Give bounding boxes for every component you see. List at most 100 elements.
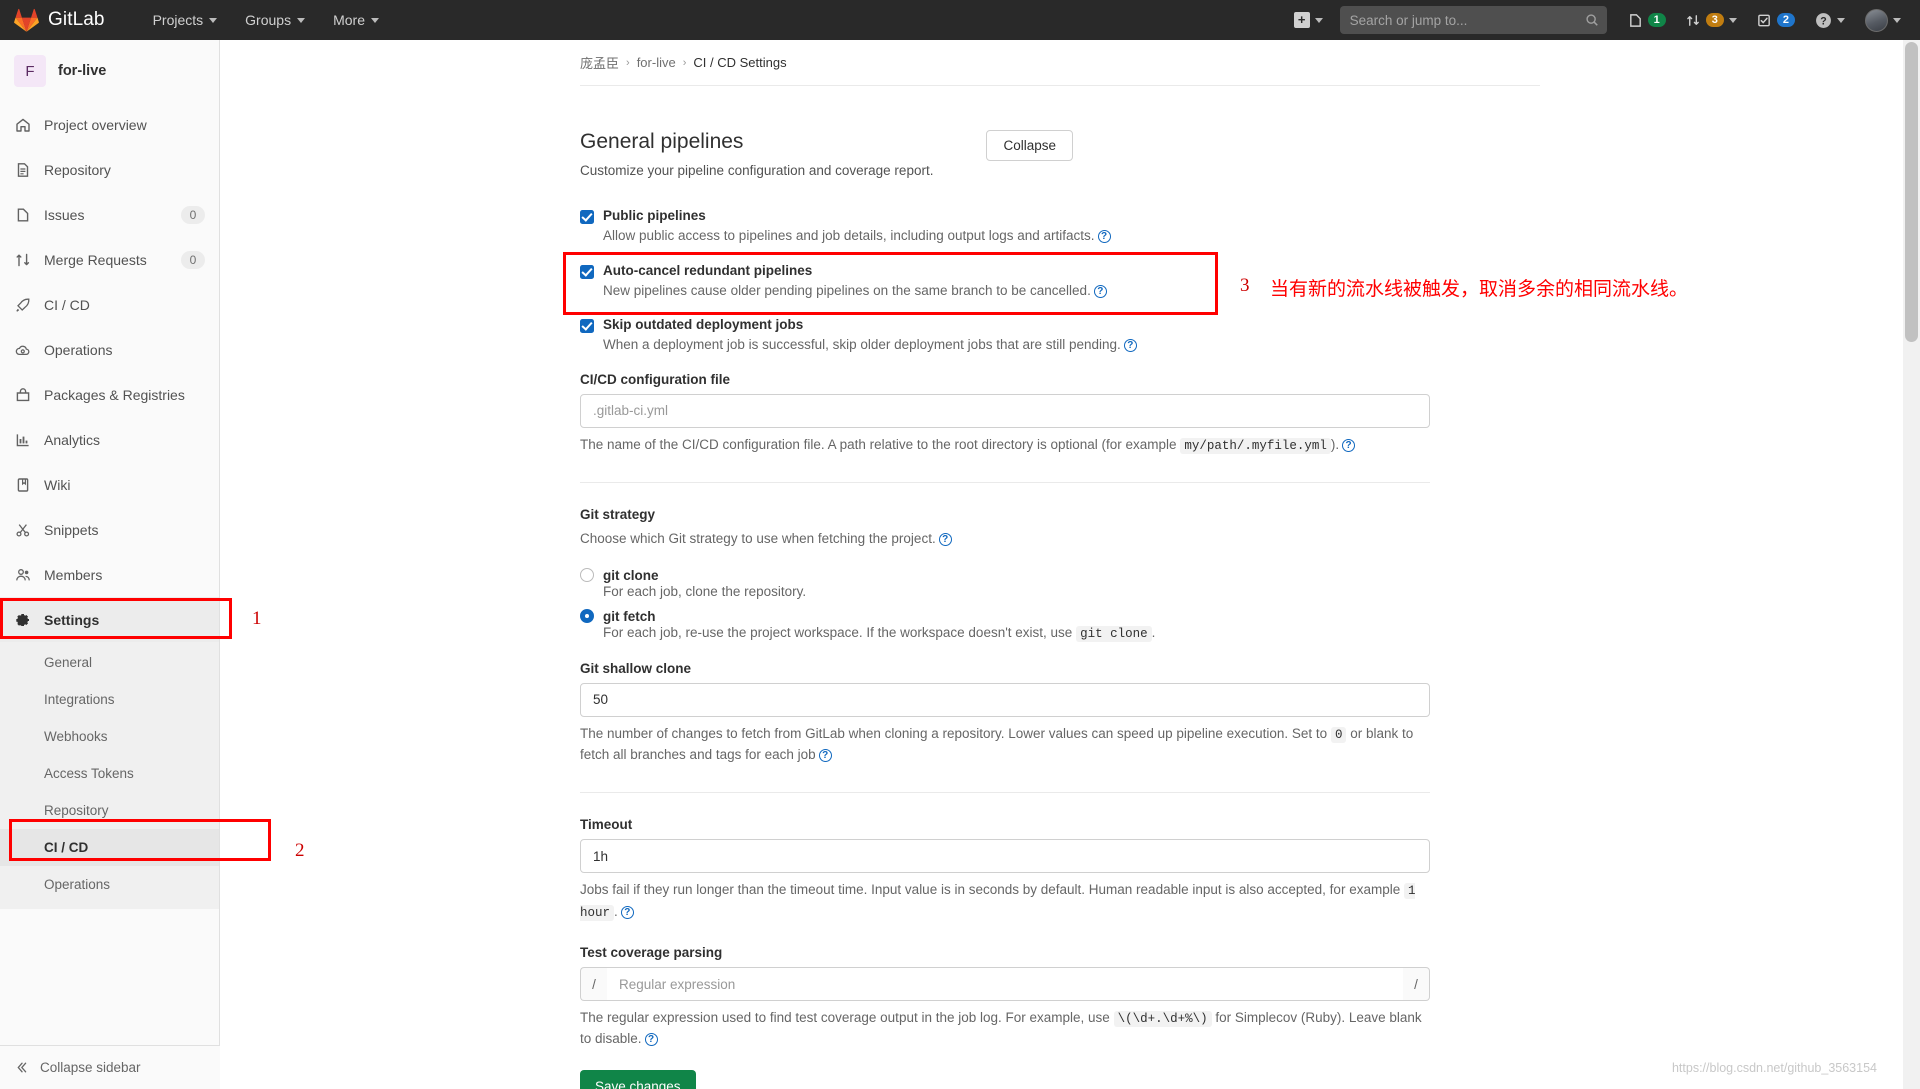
skip-outdated-checkbox-row[interactable]: Skip outdated deployment jobs bbox=[580, 317, 1430, 334]
scissors-icon bbox=[14, 522, 32, 538]
shallow-clone-help: The number of changes to fetch from GitL… bbox=[580, 724, 1430, 766]
breadcrumb-separator: › bbox=[626, 56, 630, 69]
help-text-post: . bbox=[1151, 624, 1156, 640]
sidebar-subitem-ci-cd[interactable]: CI / CD bbox=[0, 829, 219, 866]
scrollbar-thumb[interactable] bbox=[1905, 42, 1918, 342]
git-clone-radio-row[interactable]: git clone bbox=[580, 568, 1430, 583]
nav-issues-button[interactable]: 1 bbox=[1619, 0, 1675, 40]
collapse-sidebar-button[interactable]: Collapse sidebar bbox=[0, 1045, 220, 1089]
chart-bar-icon bbox=[14, 432, 32, 448]
help-text-post: . bbox=[614, 903, 618, 919]
help-question-icon[interactable]: ? bbox=[938, 533, 952, 547]
vertical-scrollbar[interactable] bbox=[1903, 40, 1920, 1089]
sidebar-subitem-general[interactable]: General bbox=[0, 644, 219, 681]
regex-suffix-slash: / bbox=[1403, 967, 1430, 1002]
section-divider bbox=[580, 792, 1430, 794]
sidebar-item-repository[interactable]: Repository bbox=[0, 147, 219, 192]
help-question-icon[interactable]: ? bbox=[1097, 230, 1111, 243]
radio-unselected-icon[interactable] bbox=[580, 568, 594, 583]
help-text-post: ). bbox=[1330, 436, 1340, 452]
checkbox-checked-icon[interactable] bbox=[580, 319, 594, 334]
sidebar-label: Packages & Registries bbox=[44, 386, 185, 403]
sidebar-subitem-webhooks[interactable]: Webhooks bbox=[0, 718, 219, 755]
git-strategy-help: Choose which Git strategy to use when fe… bbox=[580, 529, 1430, 550]
public-pipelines-checkbox-row[interactable]: Public pipelines bbox=[580, 208, 1430, 224]
watermark-text: https://blog.csdn.net/github_3563154 bbox=[1671, 1061, 1877, 1075]
coverage-label: Test coverage parsing bbox=[580, 945, 723, 961]
git-fetch-radio-row[interactable]: git fetch bbox=[580, 609, 1430, 624]
help-question-icon[interactable]: ? bbox=[1093, 284, 1107, 298]
breadcrumb-user[interactable]: 庞孟臣 bbox=[580, 53, 619, 72]
checkbox-checked-icon[interactable] bbox=[580, 264, 594, 279]
sidebar-item-ci-cd[interactable]: CI / CD bbox=[0, 282, 219, 327]
checkbox-checked-icon[interactable] bbox=[580, 210, 594, 224]
config-file-input[interactable] bbox=[580, 393, 1430, 428]
git-clone-code: git clone bbox=[1076, 625, 1152, 642]
help-question-icon[interactable]: ? bbox=[818, 749, 832, 763]
config-file-help: The name of the CI/CD configuration file… bbox=[580, 435, 1430, 456]
nav-link-more[interactable]: More bbox=[319, 0, 393, 40]
git-strategy-label: Git strategy bbox=[580, 507, 656, 523]
issues-count-badge: 1 bbox=[1647, 13, 1666, 27]
help-text: New pipelines cause older pending pipeli… bbox=[603, 282, 1091, 298]
nav-merge-requests-button[interactable]: 3 bbox=[1677, 0, 1746, 40]
users-icon bbox=[14, 567, 32, 583]
cloud-gear-icon bbox=[14, 342, 32, 358]
chevron-down-icon bbox=[371, 17, 379, 23]
help-question-icon[interactable]: ? bbox=[1342, 438, 1356, 452]
help-text-pre: For each job, re-use the project workspa… bbox=[603, 624, 1077, 640]
timeout-input[interactable] bbox=[580, 839, 1430, 874]
global-search[interactable] bbox=[1339, 6, 1607, 34]
sidebar-subitem-repository[interactable]: Repository bbox=[0, 792, 219, 829]
help-question-icon[interactable]: ? bbox=[644, 1033, 658, 1047]
gitlab-brand[interactable]: GitLab bbox=[0, 8, 105, 32]
sidebar-item-merge-requests[interactable]: Merge Requests 0 bbox=[0, 237, 219, 282]
timeout-label: Timeout bbox=[580, 817, 633, 833]
nav-link-groups[interactable]: Groups bbox=[231, 0, 319, 40]
sidebar-item-packages-registries[interactable]: Packages & Registries bbox=[0, 372, 219, 417]
coverage-regex-group: / / bbox=[580, 967, 1430, 1002]
create-new-button[interactable]: + bbox=[1285, 0, 1332, 40]
sidebar-item-settings[interactable]: Settings bbox=[0, 597, 219, 642]
sidebar-label: Snippets bbox=[44, 521, 99, 538]
save-changes-button[interactable]: Save changes bbox=[580, 1070, 696, 1089]
help-question-icon[interactable]: ? bbox=[620, 905, 634, 919]
coverage-example-code: \(\d+.\d+%\) bbox=[1113, 1011, 1212, 1028]
sidebar-project-header[interactable]: F for-live bbox=[0, 40, 219, 102]
skip-outdated-label: Skip outdated deployment jobs bbox=[603, 317, 804, 333]
sidebar-item-project-overview[interactable]: Project overview bbox=[0, 102, 219, 147]
plus-square-icon: + bbox=[1293, 12, 1310, 28]
collapse-sidebar-label: Collapse sidebar bbox=[40, 1060, 141, 1075]
collapse-section-button[interactable]: Collapse bbox=[986, 130, 1073, 161]
sidebar-item-analytics[interactable]: Analytics bbox=[0, 417, 219, 462]
user-menu-button[interactable] bbox=[1856, 0, 1910, 40]
sidebar-item-snippets[interactable]: Snippets bbox=[0, 507, 219, 552]
merge-requests-count: 0 bbox=[181, 250, 205, 269]
merge-request-icon bbox=[14, 252, 32, 268]
nav-link-projects[interactable]: Projects bbox=[139, 0, 232, 40]
sidebar-item-issues[interactable]: Issues 0 bbox=[0, 192, 219, 237]
help-menu-button[interactable]: ? bbox=[1806, 0, 1854, 40]
search-input[interactable] bbox=[1347, 11, 1599, 29]
help-text-pre: The regular expression used to find test… bbox=[580, 1010, 1114, 1026]
general-pipelines-form: Public pipelines Allow public access to … bbox=[580, 178, 1430, 1089]
page-subtitle: Customize your pipeline configuration an… bbox=[580, 163, 934, 178]
sidebar-item-operations[interactable]: Operations bbox=[0, 327, 219, 372]
shallow-clone-input[interactable] bbox=[580, 682, 1430, 717]
breadcrumb-project[interactable]: for-live bbox=[637, 55, 676, 70]
nav-more-label: More bbox=[333, 12, 365, 28]
issues-count: 0 bbox=[181, 205, 205, 224]
sub-label: CI / CD bbox=[44, 840, 89, 855]
help-question-icon[interactable]: ? bbox=[1123, 339, 1137, 353]
coverage-regex-input[interactable] bbox=[607, 967, 1403, 1002]
nav-todos-button[interactable]: 2 bbox=[1748, 0, 1804, 40]
chevron-down-icon bbox=[209, 17, 218, 23]
radio-selected-icon[interactable] bbox=[580, 609, 594, 624]
sidebar-subitem-access-tokens[interactable]: Access Tokens bbox=[0, 755, 219, 792]
sub-label: Integrations bbox=[44, 692, 115, 707]
sidebar-item-wiki[interactable]: Wiki bbox=[0, 462, 219, 507]
sidebar-item-members[interactable]: Members bbox=[0, 552, 219, 597]
sidebar-subitem-operations[interactable]: Operations bbox=[0, 866, 219, 903]
svg-text:?: ? bbox=[1820, 15, 1826, 27]
sidebar-subitem-integrations[interactable]: Integrations bbox=[0, 681, 219, 718]
